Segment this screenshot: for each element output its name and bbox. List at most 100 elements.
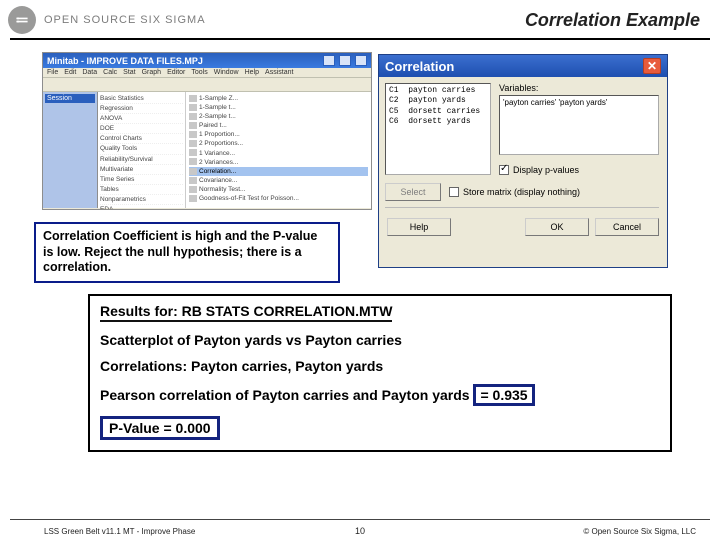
display-pvalues-label: Display p-values bbox=[513, 165, 579, 175]
submenu-item[interactable]: 1 Variance... bbox=[199, 150, 235, 157]
list-name[interactable]: payton carries bbox=[408, 86, 475, 95]
submenu-item[interactable]: Covariance... bbox=[199, 177, 237, 184]
results-scatterplot: Scatterplot of Payton yards vs Payton ca… bbox=[100, 332, 660, 348]
session-pane: Session bbox=[43, 92, 98, 208]
menu-help[interactable]: Help bbox=[245, 69, 259, 76]
menu-icon bbox=[189, 122, 197, 129]
submenu-item[interactable]: 1-Sample Z... bbox=[199, 95, 238, 102]
p-value: P-Value = 0.000 bbox=[100, 416, 220, 440]
minitab-title-text: Minitab - IMPROVE DATA FILES.MPJ bbox=[47, 56, 319, 66]
menu-data[interactable]: Data bbox=[82, 69, 97, 76]
menu-window[interactable]: Window bbox=[214, 69, 239, 76]
menu-tools[interactable]: Tools bbox=[191, 69, 207, 76]
list-col: C6 bbox=[389, 117, 399, 126]
dialog-close-button[interactable]: ✕ bbox=[643, 58, 661, 74]
stat-item[interactable]: ANOVA bbox=[100, 114, 183, 124]
stat-item[interactable]: Tables bbox=[100, 185, 183, 195]
submenu-item[interactable]: 1-Sample t... bbox=[199, 104, 236, 111]
stat-item[interactable]: Control Charts bbox=[100, 134, 183, 144]
brand-text-2: SIX SIGMA bbox=[140, 14, 205, 26]
columns-listbox[interactable]: C1 payton carries C2 payton yards C5 dor… bbox=[385, 83, 491, 175]
store-matrix-label: Store matrix (display nothing) bbox=[463, 187, 580, 197]
stat-item[interactable]: Quality Tools bbox=[100, 144, 183, 154]
variables-label: Variables: bbox=[499, 83, 659, 93]
list-name[interactable]: payton yards bbox=[408, 96, 466, 105]
stat-item[interactable]: Reliability/Survival bbox=[100, 155, 183, 165]
submenu-item[interactable]: 2-Sample t... bbox=[199, 113, 236, 120]
display-pvalues-checkbox[interactable] bbox=[499, 165, 509, 175]
list-name[interactable]: dorsett yards bbox=[408, 117, 470, 126]
list-col: C1 bbox=[389, 86, 399, 95]
list-col: C2 bbox=[389, 96, 399, 105]
stat-menu-dropdown[interactable]: Basic Statistics Regression ANOVA DOE Co… bbox=[98, 92, 186, 208]
store-matrix-checkbox[interactable] bbox=[449, 187, 459, 197]
menu-icon bbox=[189, 113, 197, 120]
stat-item[interactable]: Multivariate bbox=[100, 165, 183, 175]
stat-item[interactable]: Regression bbox=[100, 104, 183, 114]
submenu-item[interactable]: 2 Variances... bbox=[199, 159, 238, 166]
menu-icon bbox=[189, 158, 197, 165]
caption-box: Correlation Coefficient is high and the … bbox=[34, 222, 340, 283]
list-name[interactable]: dorsett carries bbox=[408, 107, 480, 116]
minitab-toolbar bbox=[43, 78, 371, 92]
menu-icon bbox=[189, 195, 197, 202]
menu-calc[interactable]: Calc bbox=[103, 69, 117, 76]
dialog-divider bbox=[385, 207, 659, 208]
minitab-window: Minitab - IMPROVE DATA FILES.MPJ File Ed… bbox=[42, 52, 372, 210]
close-icon[interactable] bbox=[355, 55, 367, 66]
menu-icon bbox=[189, 149, 197, 156]
minimize-icon[interactable] bbox=[323, 55, 335, 66]
slide-header: OPEN SOURCE SIX SIGMA Correlation Exampl… bbox=[0, 0, 720, 36]
results-correlations: Correlations: Payton carries, Payton yar… bbox=[100, 358, 660, 374]
minitab-titlebar: Minitab - IMPROVE DATA FILES.MPJ bbox=[43, 53, 371, 68]
results-file: Results for: RB STATS CORRELATION.MTW bbox=[100, 303, 392, 322]
footer-divider bbox=[10, 519, 710, 520]
stat-item[interactable]: DOE bbox=[100, 124, 183, 134]
menu-file[interactable]: File bbox=[47, 69, 58, 76]
pearson-text: Pearson correlation of Payton carries an… bbox=[100, 387, 473, 403]
correlation-dialog: Correlation ✕ C1 payton carries C2 payto… bbox=[378, 54, 668, 268]
submenu-item[interactable]: Normality Test... bbox=[199, 186, 245, 193]
menu-icon bbox=[189, 186, 197, 193]
menu-icon bbox=[189, 104, 197, 111]
stat-item[interactable]: Basic Statistics bbox=[100, 94, 183, 104]
session-label: Session bbox=[45, 94, 95, 103]
stat-item[interactable]: Time Series bbox=[100, 175, 183, 185]
menu-graph[interactable]: Graph bbox=[142, 69, 161, 76]
menu-icon bbox=[189, 177, 197, 184]
menu-editor[interactable]: Editor bbox=[167, 69, 185, 76]
cancel-button[interactable]: Cancel bbox=[595, 218, 659, 236]
maximize-icon[interactable] bbox=[339, 55, 351, 66]
minitab-menubar[interactable]: File Edit Data Calc Stat Graph Editor To… bbox=[43, 68, 371, 78]
results-pearson: Pearson correlation of Payton carries an… bbox=[100, 384, 660, 406]
submenu-item[interactable]: Paired t... bbox=[199, 122, 227, 129]
submenu-item[interactable]: 1 Proportion... bbox=[199, 131, 240, 138]
menu-icon bbox=[189, 168, 197, 175]
footer-right: © Open Source Six Sigma, LLC bbox=[583, 527, 696, 536]
list-col: C5 bbox=[389, 107, 399, 116]
menu-icon bbox=[189, 95, 197, 102]
brand-logo-icon bbox=[8, 6, 36, 34]
ok-button[interactable]: OK bbox=[525, 218, 589, 236]
dialog-title-text: Correlation bbox=[385, 59, 643, 74]
submenu-item-correlation[interactable]: Correlation... bbox=[199, 168, 236, 175]
menu-edit[interactable]: Edit bbox=[64, 69, 76, 76]
stat-item[interactable]: Nonparametrics bbox=[100, 195, 183, 205]
select-button[interactable]: Select bbox=[385, 183, 441, 201]
variables-input[interactable]: 'payton carries' 'payton yards' bbox=[499, 95, 659, 155]
stat-submenu[interactable]: 1-Sample Z... 1-Sample t... 2-Sample t..… bbox=[186, 92, 371, 208]
menu-icon bbox=[189, 140, 197, 147]
menu-icon bbox=[189, 131, 197, 138]
slide-title: Correlation Example bbox=[525, 10, 700, 31]
dialog-titlebar: Correlation ✕ bbox=[379, 55, 667, 77]
menu-assistant[interactable]: Assistant bbox=[265, 69, 293, 76]
menu-stat[interactable]: Stat bbox=[123, 69, 135, 76]
submenu-item[interactable]: 2 Proportions... bbox=[199, 140, 243, 147]
pearson-value: = 0.935 bbox=[473, 384, 534, 406]
stat-item[interactable]: EDA bbox=[100, 205, 183, 210]
header-divider bbox=[10, 38, 710, 40]
help-button[interactable]: Help bbox=[387, 218, 451, 236]
submenu-item[interactable]: Goodness-of-Fit Test for Poisson... bbox=[199, 195, 299, 202]
brand-text-1: OPEN SOURCE bbox=[44, 14, 136, 26]
results-box: Results for: RB STATS CORRELATION.MTW Sc… bbox=[88, 294, 672, 452]
